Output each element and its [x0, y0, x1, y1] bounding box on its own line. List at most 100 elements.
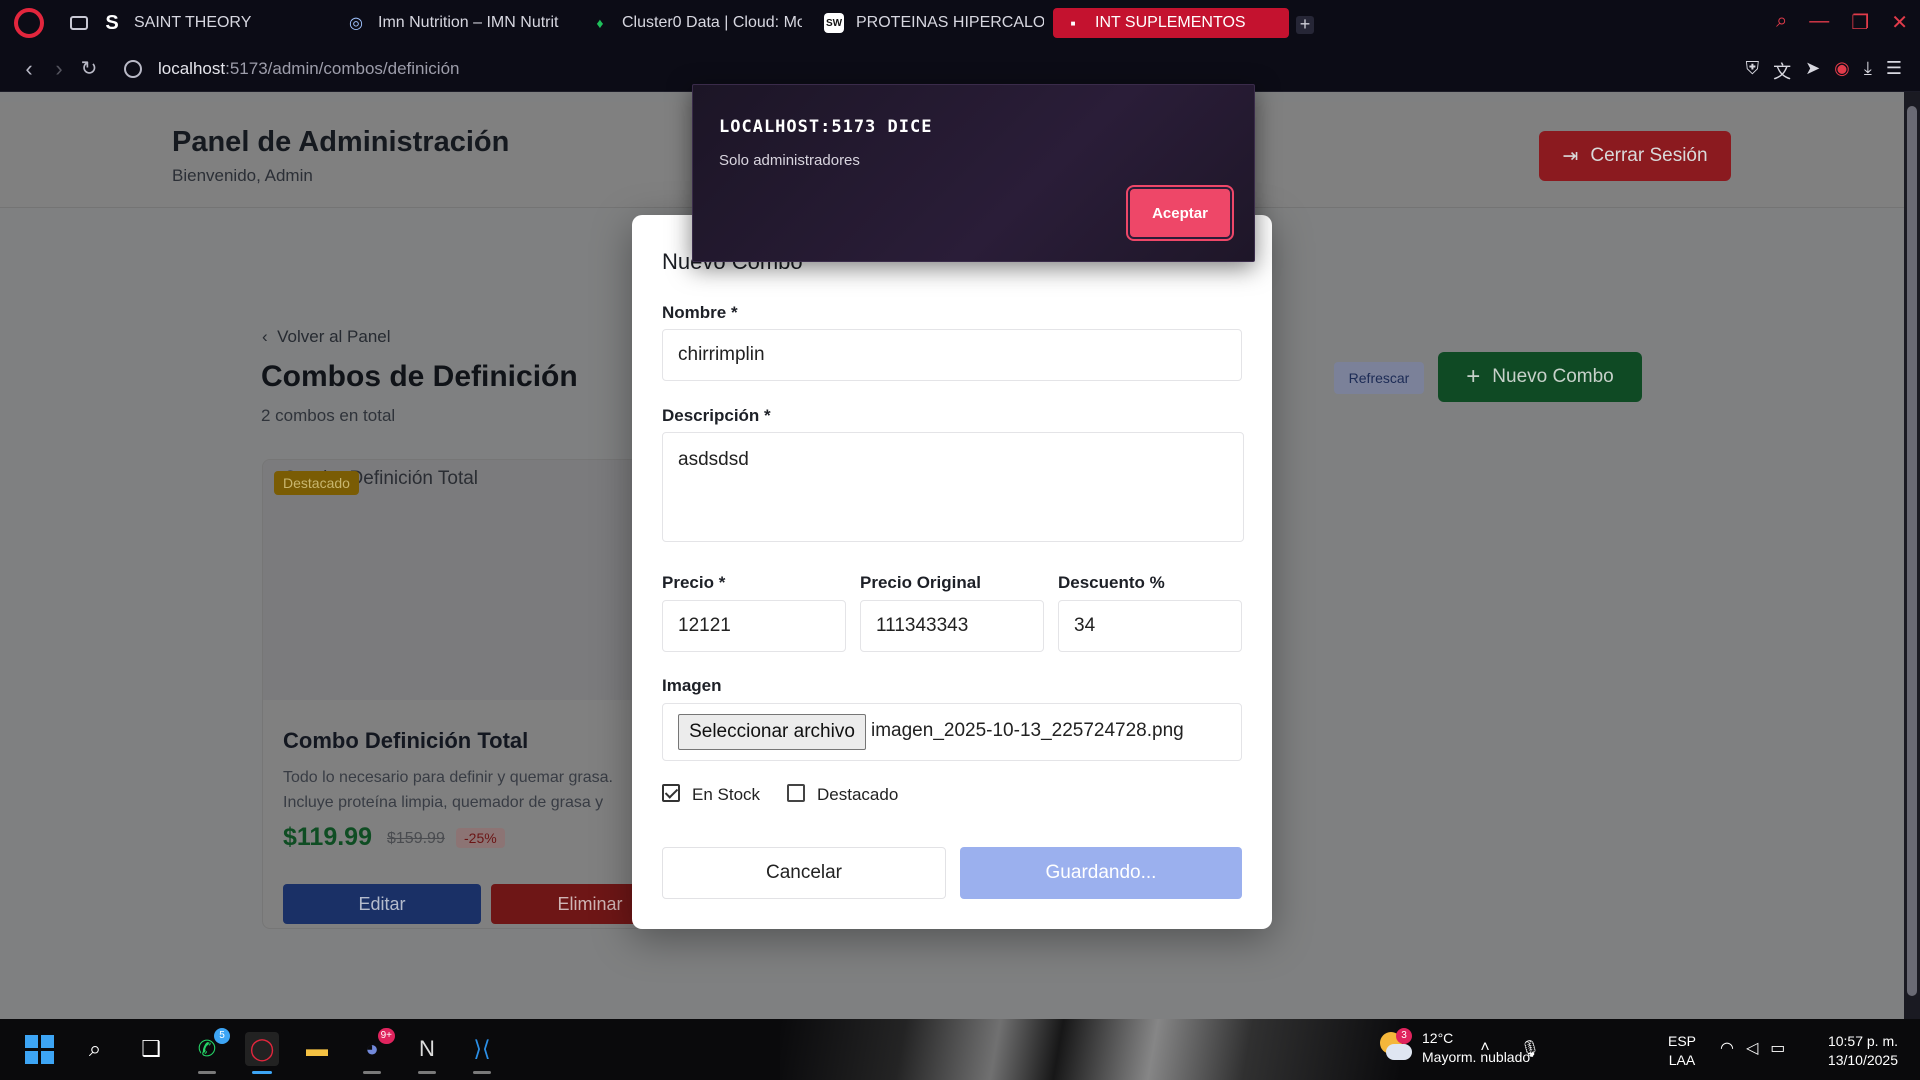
menu-icon[interactable]: ☰	[1886, 58, 1902, 84]
minimize-icon[interactable]: —	[1809, 10, 1829, 35]
language-code: ESP	[1668, 1033, 1697, 1049]
name-input[interactable]: chirrimplin	[662, 329, 1242, 381]
url-field[interactable]: localhost:5173/admin/combos/definición	[124, 59, 459, 79]
whatsapp-badge: 5	[214, 1028, 230, 1044]
active-indicator	[252, 1071, 272, 1074]
window-controls: ⌕ — ❐ ✕	[1776, 10, 1908, 35]
windows-start-icon[interactable]	[22, 1032, 56, 1066]
wallpaper-strip	[780, 1019, 1400, 1080]
battery-icon: ▭	[1770, 1040, 1786, 1057]
file-explorer-icon[interactable]: ▬	[300, 1032, 334, 1066]
plus-icon: +	[1466, 363, 1481, 390]
back-label: Volver al Panel	[277, 327, 391, 346]
alert-title: LOCALHOST:5173 DICE	[719, 117, 933, 137]
download-icon[interactable]: ⤓	[1864, 58, 1872, 84]
translate-icon[interactable]: 文	[1773, 58, 1791, 84]
combo-image: Combo Definición Total Destacado	[263, 460, 671, 700]
in-stock-checkbox[interactable]	[662, 784, 680, 802]
language-indicator[interactable]: ESP LAA	[1668, 1032, 1696, 1070]
tab-cluster0[interactable]: ♦ Cluster0 Data | Cloud: Mo	[580, 8, 802, 38]
discord-icon[interactable]: ◕ 9+	[355, 1028, 395, 1074]
refresh-button[interactable]: Refrescar	[1334, 362, 1424, 394]
edit-button[interactable]: Editar	[283, 884, 481, 924]
gamepad-icon[interactable]	[70, 16, 88, 30]
tab-favicon-icon: ◎	[349, 15, 363, 32]
original-price-label: Precio Original	[860, 573, 981, 592]
tray-icons: ˄ 🎙︎	[1480, 1039, 1540, 1059]
back-icon[interactable]: ‹	[14, 56, 44, 82]
discount-input[interactable]: 34	[1058, 600, 1242, 652]
close-icon[interactable]: ✕	[1891, 10, 1908, 35]
address-bar-icons: ⛨ 文 ➤ ◉ ⤓ ☰	[1746, 58, 1902, 84]
admin-subtitle: Bienvenido, Admin	[172, 166, 313, 185]
cancel-button[interactable]: Cancelar	[662, 847, 946, 899]
combo-price: $119.99	[283, 823, 372, 851]
new-combo-button[interactable]: + Nuevo Combo	[1438, 352, 1642, 402]
tab-label: Imn Nutrition – IMN Nutrit	[378, 14, 559, 31]
combo-description: Todo lo necesario para definir y quemar …	[283, 765, 671, 815]
description-textarea[interactable]: asdsdsd	[662, 432, 1244, 542]
tab-int-suplementos[interactable]: ■ INT SUPLEMENTOS	[1053, 8, 1289, 38]
chevron-up-icon[interactable]: ˄	[1480, 1039, 1489, 1059]
page-subtitle: 2 combos en total	[261, 406, 396, 425]
choose-file-button[interactable]: Seleccionar archivo	[678, 714, 866, 750]
logout-icon: ⇥	[1562, 145, 1579, 167]
tab-favicon-icon: ♦	[596, 15, 604, 31]
tab-imn-nutrition[interactable]: ◎ Imn Nutrition – IMN Nutrit	[336, 8, 566, 38]
combo-description-line: Incluye proteína limpia, quemador de gra…	[283, 794, 604, 811]
accept-button[interactable]: Aceptar	[1126, 185, 1234, 241]
new-tab-button[interactable]: +	[1296, 15, 1314, 34]
image-label: Imagen	[662, 676, 722, 695]
save-button[interactable]: Guardando...	[960, 847, 1242, 899]
chevron-left-icon: ‹	[262, 327, 268, 346]
send-icon[interactable]: ➤	[1805, 58, 1820, 84]
vscode-icon[interactable]: ⟩⟨	[465, 1032, 499, 1074]
tab-saint-theory[interactable]: S SAINT THEORY	[92, 8, 302, 38]
original-price-input[interactable]: 111343343	[860, 600, 1044, 652]
discount-label: Descuento %	[1058, 573, 1165, 592]
price-input[interactable]: 12121	[662, 600, 846, 652]
reload-icon[interactable]: ↻	[74, 56, 104, 81]
tab-favicon-icon: SW	[824, 13, 844, 33]
scrollbar-thumb[interactable]	[1907, 106, 1917, 996]
featured-checkbox[interactable]	[787, 784, 805, 802]
shield-icon[interactable]: ⛨	[1746, 58, 1760, 84]
tab-proteinas[interactable]: SW PROTEINAS HIPERCALOR	[814, 8, 1044, 38]
forward-icon[interactable]: ›	[44, 56, 74, 82]
wifi-icon: ◠	[1720, 1040, 1734, 1057]
name-label: Nombre *	[662, 303, 738, 322]
search-icon[interactable]: ⌕	[78, 1032, 112, 1066]
clock[interactable]: 10:57 p. m. 13/10/2025	[1812, 1032, 1898, 1070]
task-view-icon[interactable]: ❑	[134, 1032, 168, 1066]
logout-button[interactable]: ⇥ Cerrar Sesión	[1539, 131, 1731, 181]
description-label: Descripción *	[662, 406, 771, 425]
new-combo-modal: Nuevo Combo Nombre * chirrimplin Descrip…	[632, 215, 1272, 929]
page-scrollbar[interactable]	[1904, 92, 1920, 1019]
discord-badge: 9+	[377, 1028, 395, 1044]
volume-icon: ◁	[1745, 1040, 1759, 1057]
selected-file-name: imagen_2025-10-13_225724728.png	[871, 720, 1184, 741]
running-indicator	[473, 1071, 491, 1074]
globe-icon	[124, 59, 142, 78]
date: 13/10/2025	[1827, 1052, 1898, 1068]
weather-cloud-icon: 3	[1380, 1028, 1412, 1064]
opera-logo-icon[interactable]	[14, 8, 44, 38]
opera-icon[interactable]: ◯	[245, 1032, 279, 1074]
admin-title: Panel de Administración	[172, 126, 510, 158]
running-indicator	[198, 1071, 216, 1074]
restore-icon[interactable]: ❐	[1851, 10, 1869, 35]
tab-label: INT SUPLEMENTOS	[1095, 14, 1246, 31]
tab-label: SAINT THEORY	[134, 14, 252, 31]
back-to-panel-link[interactable]: ‹ Volver al Panel	[262, 327, 391, 347]
microphone-icon[interactable]: 🎙︎	[1520, 1039, 1540, 1059]
time: 10:57 p. m.	[1827, 1033, 1898, 1049]
search-icon[interactable]: ⌕	[1776, 10, 1787, 35]
system-icons[interactable]: ◠ ◁ ▭	[1720, 1038, 1785, 1058]
profile-icon[interactable]: ◉	[1834, 58, 1850, 84]
combo-title: Combo Definición Total	[283, 728, 529, 753]
featured-badge: Destacado	[274, 471, 359, 495]
whatsapp-icon[interactable]: ✆ 5	[190, 1028, 230, 1074]
combo-description-line: Todo lo necesario para definir y quemar …	[283, 769, 613, 786]
running-indicator	[418, 1071, 436, 1074]
notion-icon[interactable]: N	[410, 1032, 444, 1074]
